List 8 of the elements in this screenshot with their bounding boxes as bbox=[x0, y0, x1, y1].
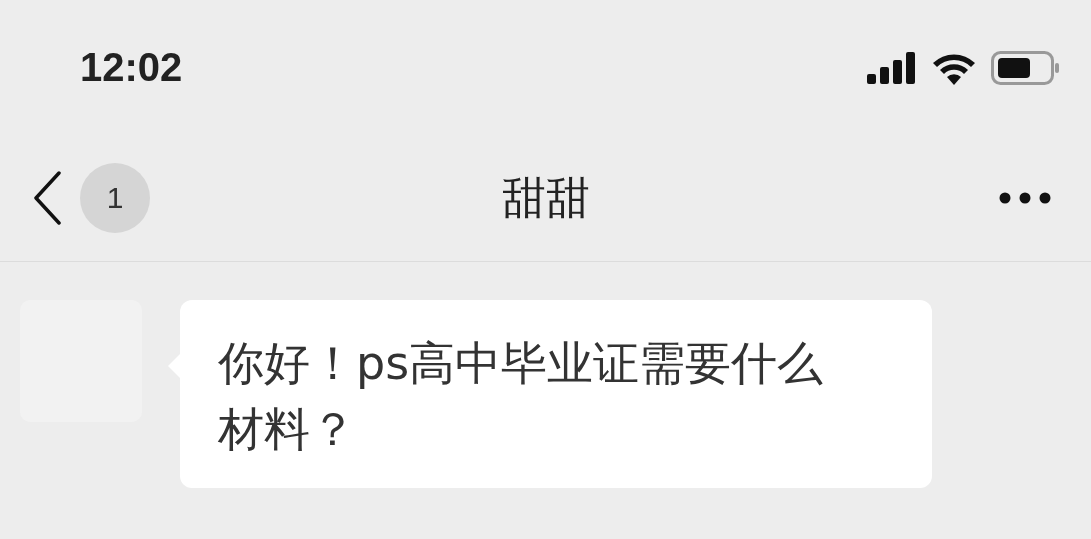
signal-icon bbox=[867, 51, 917, 84]
back-icon[interactable] bbox=[33, 171, 61, 225]
chat-title: 甜甜 bbox=[501, 170, 590, 225]
battery-icon bbox=[991, 50, 1059, 85]
more-icon[interactable] bbox=[999, 192, 1051, 204]
unread-count: 1 bbox=[80, 163, 150, 233]
status-time: 12:02 bbox=[80, 45, 183, 90]
message-text: 你好！ps高中毕业证需要什么材料？ bbox=[218, 335, 825, 458]
